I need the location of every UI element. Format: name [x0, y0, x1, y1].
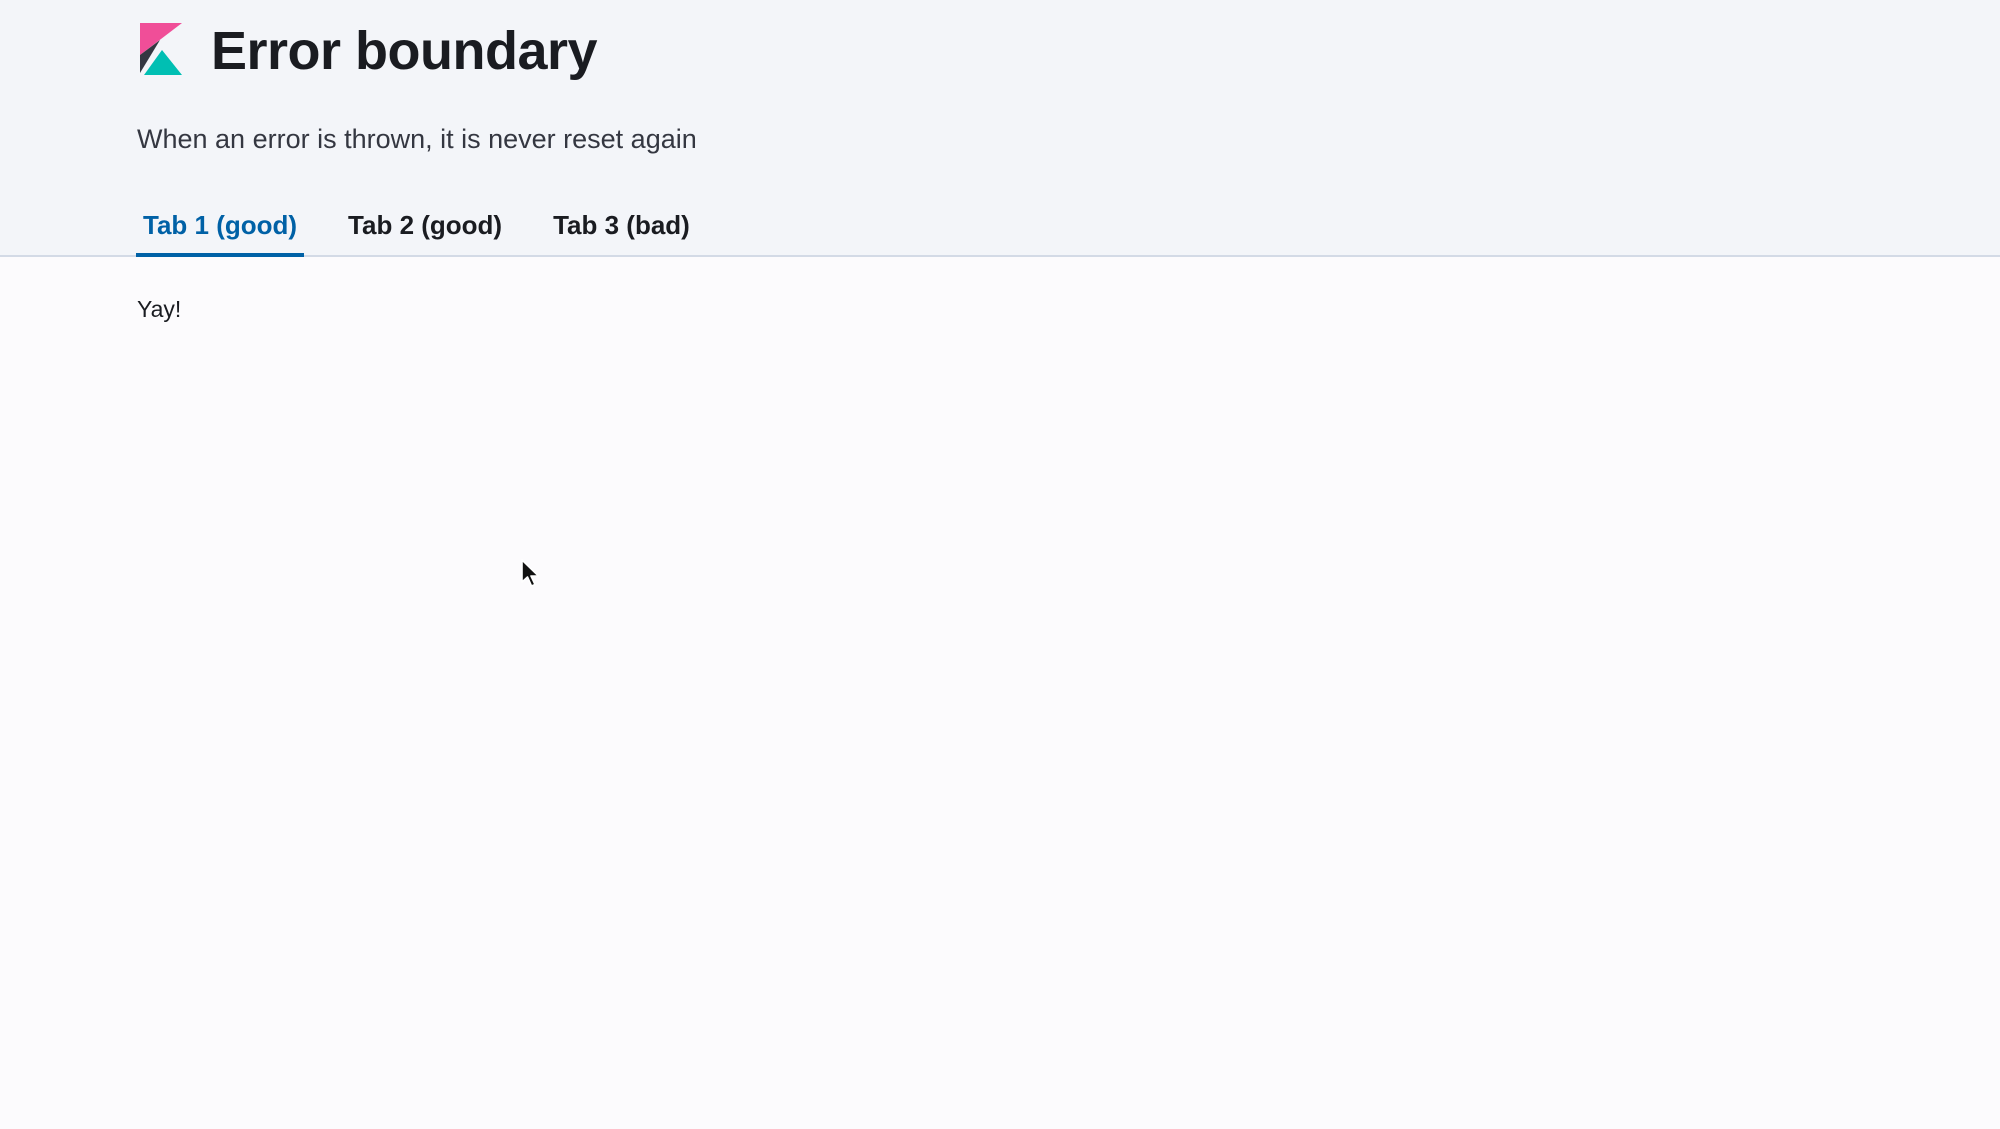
- page-description: When an error is thrown, it is never res…: [137, 124, 697, 154]
- tab-3-bad[interactable]: Tab 3 (bad): [546, 196, 697, 255]
- tab-1-good[interactable]: Tab 1 (good): [136, 196, 305, 257]
- tab-label: Tab 2 (good): [348, 210, 503, 240]
- kibana-logo-icon: [140, 23, 182, 75]
- page-header: Error boundary When an error is thrown, …: [0, 0, 2000, 257]
- page-title: Error boundary: [211, 21, 598, 81]
- tab-content-text: Yay!: [137, 296, 182, 322]
- mouse-pointer-icon: [521, 559, 540, 587]
- tab-label: Tab 1 (good): [143, 210, 298, 240]
- tab-bar: Tab 1 (good) Tab 2 (good) Tab 3 (bad): [136, 196, 734, 257]
- tab-label: Tab 3 (bad): [553, 210, 690, 240]
- tab-2-good[interactable]: Tab 2 (good): [341, 196, 509, 255]
